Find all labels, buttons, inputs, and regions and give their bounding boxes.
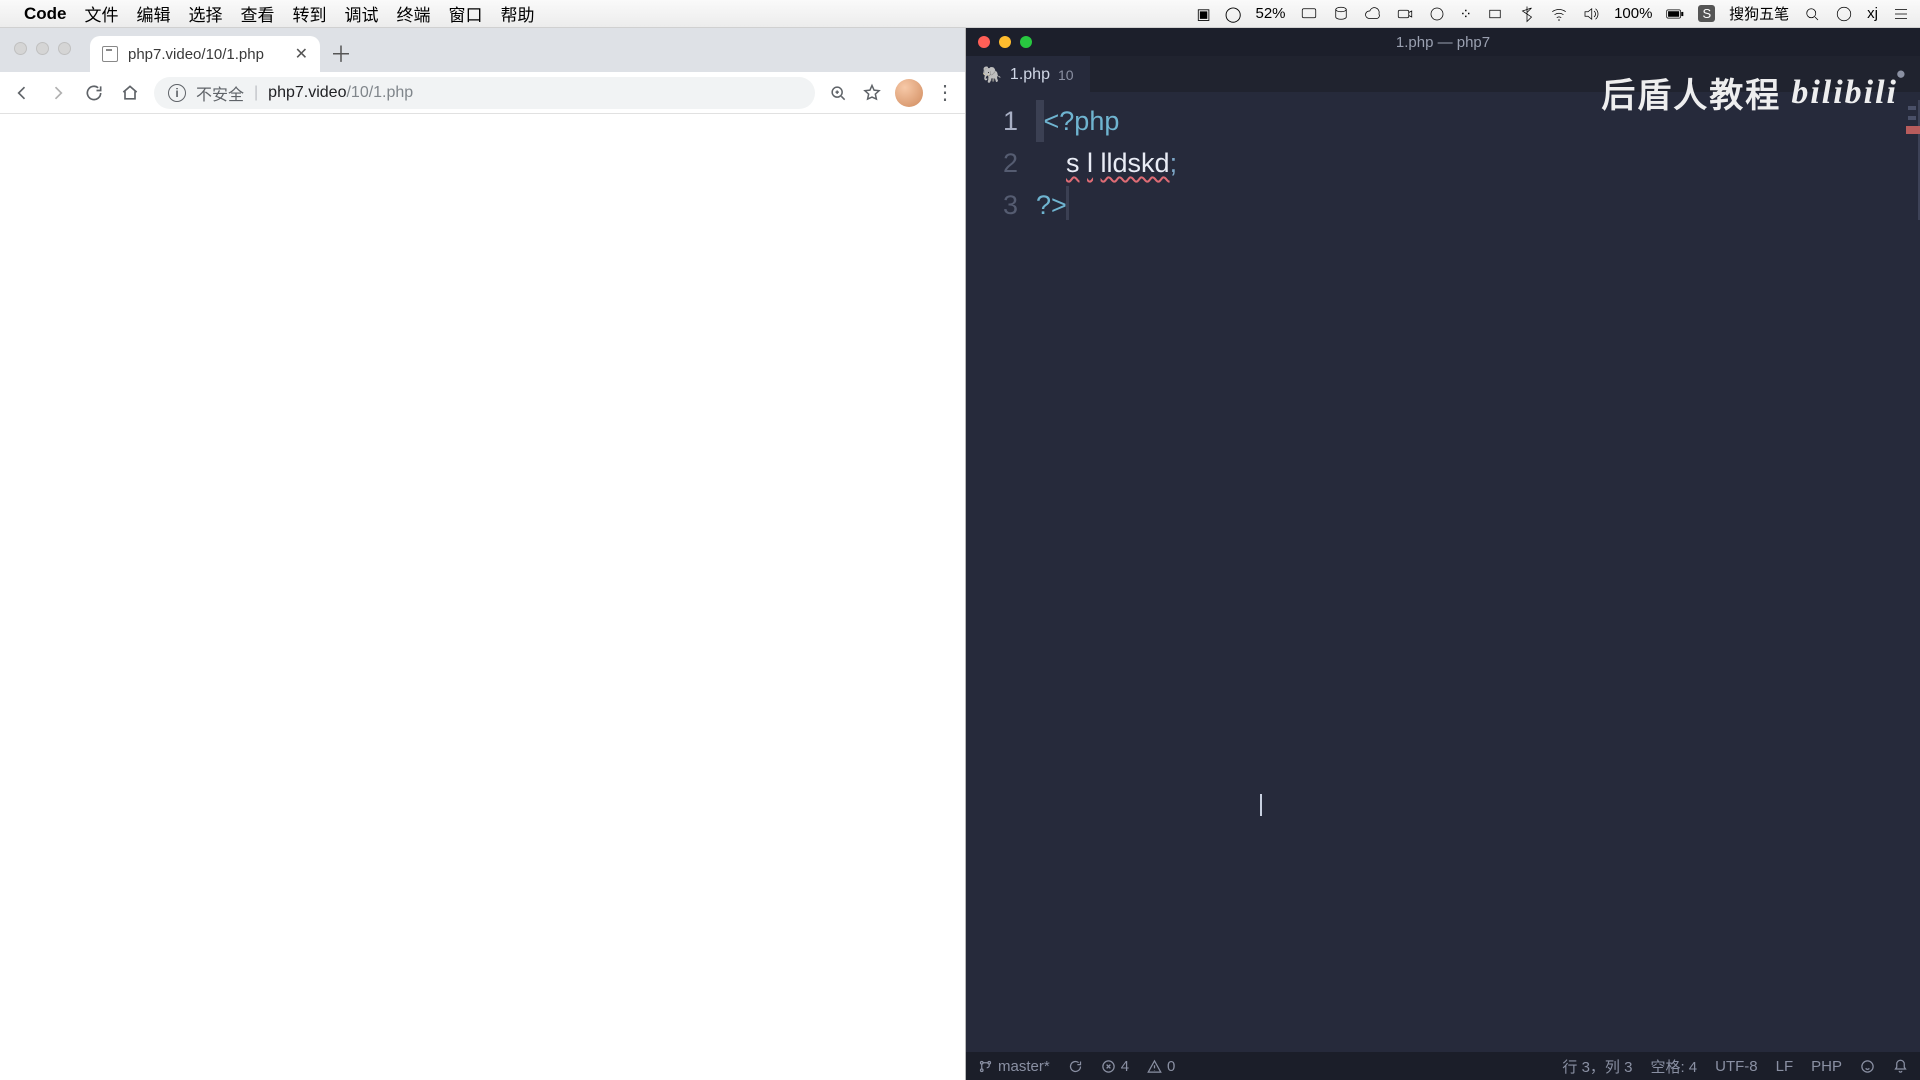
indentation[interactable]: 空格: 4 [1650,1056,1697,1077]
tab-favicon-icon [102,46,118,62]
menubar-app-name[interactable]: Code [24,4,67,24]
eol[interactable]: LF [1776,1058,1794,1075]
traffic-max-icon[interactable] [58,42,71,55]
new-tab-button[interactable]: ＋ [326,38,356,68]
macos-menubar: Code 文件 编辑 选择 查看 转到 调试 终端 窗口 帮助 ▣ ◯ 52% … [0,0,1920,28]
notification-center-icon[interactable] [1892,5,1910,23]
editor-caret-icon [1260,794,1262,816]
encoding[interactable]: UTF-8 [1715,1058,1758,1075]
problems-warnings[interactable]: 0 [1147,1058,1175,1075]
sync-button[interactable] [1068,1059,1083,1074]
problems-errors[interactable]: 4 [1101,1058,1129,1075]
url-text: php7.video/10/1.php [268,84,413,102]
line-number: 3 [966,184,1018,226]
menu-window[interactable]: 窗口 [449,1,483,26]
vscode-window-title: 1.php — php7 [1396,34,1490,51]
zoom-icon[interactable] [827,82,849,104]
chrome-window: php7.video/10/1.php ✕ ＋ i 不安全 | [0,28,966,1080]
volume-icon[interactable] [1582,5,1600,23]
text-cursor [1066,186,1069,220]
spotlight-icon[interactable] [1803,5,1821,23]
bluetooth-icon[interactable] [1518,5,1536,23]
vscode-window: 1.php — php7 🐘 1.php 10 ● 后盾人教程 bilibili… [966,28,1920,1080]
notifications-icon[interactable] [1893,1059,1908,1074]
reload-button[interactable] [82,81,106,105]
line-number-gutter: 1 2 3 [966,100,1036,1052]
language-mode[interactable]: PHP [1811,1058,1842,1075]
editor-tab-error-count: 10 [1058,67,1074,83]
menu-help[interactable]: 帮助 [501,1,535,26]
forward-button[interactable] [46,81,70,105]
chrome-tabstrip: php7.video/10/1.php ✕ ＋ [0,28,965,72]
menu-edit[interactable]: 编辑 [137,1,171,26]
code-editor[interactable]: 1 2 3 <?php s l lldskd; ?> [966,92,1920,1052]
php-file-icon: 🐘 [982,65,1002,85]
profile-avatar[interactable] [895,79,923,107]
bookmark-star-icon[interactable] [861,82,883,104]
traffic-close-icon[interactable] [14,42,27,55]
code-line-2: s l lldskd; [1036,142,1920,184]
wifi-icon[interactable] [1550,5,1568,23]
code-area[interactable]: <?php s l lldskd; ?> [1036,100,1920,1052]
menu-select[interactable]: 选择 [189,1,223,26]
status-icon-display[interactable] [1300,5,1318,23]
cursor-position[interactable]: 行 3，列 3 [1562,1056,1632,1077]
status-icon-generic1[interactable]: ▣ [1197,5,1211,23]
tab-close-icon[interactable]: ✕ [295,44,308,64]
menu-view[interactable]: 查看 [241,1,275,26]
status-icon-cloud[interactable] [1364,5,1382,23]
chrome-tab-active[interactable]: php7.video/10/1.php ✕ [90,36,320,72]
ime-icon[interactable]: S [1698,5,1715,22]
status-icon-database[interactable] [1332,5,1350,23]
feedback-icon[interactable] [1860,1059,1875,1074]
minimap[interactable] [1906,100,1920,220]
traffic-close-icon[interactable] [978,36,990,48]
editor-tab-active[interactable]: 🐘 1.php 10 [966,56,1090,92]
siri-icon[interactable] [1835,5,1853,23]
battery-icon[interactable] [1666,5,1684,23]
code-line-3: ?> [1036,184,1920,226]
tab-title: php7.video/10/1.php [128,46,264,63]
traffic-min-icon[interactable] [36,42,49,55]
not-secure-label: 不安全 [196,81,244,105]
battery-100-label: 100% [1614,5,1652,22]
back-button[interactable] [10,81,34,105]
user-label[interactable]: xj [1867,5,1878,22]
code-line-1: <?php [1036,100,1920,142]
editor-tab-filename: 1.php [1010,66,1050,84]
chrome-menu-button[interactable]: ⋮ [935,83,955,103]
vscode-traffic-lights [978,36,1032,48]
desktop: php7.video/10/1.php ✕ ＋ i 不安全 | [0,28,1920,1080]
status-icon-camera[interactable] [1396,5,1414,23]
menu-file[interactable]: 文件 [85,1,119,26]
vscode-status-bar: master* 4 0 行 3，列 3 空格: 4 UTF-8 LF PHP [966,1052,1920,1080]
menu-terminal[interactable]: 终端 [397,1,431,26]
menu-goto[interactable]: 转到 [293,1,327,26]
line-number: 2 [966,142,1018,184]
chrome-traffic-lights [14,42,71,55]
site-info-icon[interactable]: i [168,84,186,102]
traffic-max-icon[interactable] [1020,36,1032,48]
status-icon-dots[interactable]: ⁘ [1460,5,1473,23]
status-icon-generic2[interactable]: ◯ [1225,5,1242,23]
menu-debug[interactable]: 调试 [345,1,379,26]
line-number: 1 [966,100,1018,142]
git-branch[interactable]: master* [978,1058,1050,1075]
address-bar[interactable]: i 不安全 | php7.video/10/1.php [154,77,815,109]
ime-label[interactable]: 搜狗五笔 [1729,3,1789,24]
status-icon-rect[interactable] [1486,5,1504,23]
scrollbar-error-marker[interactable] [1906,126,1920,134]
battery-percent[interactable]: 52% [1255,5,1285,22]
chrome-toolbar: i 不安全 | php7.video/10/1.php ⋮ [0,72,965,114]
page-content-blank [0,114,965,1080]
status-icon-circle[interactable] [1428,5,1446,23]
traffic-min-icon[interactable] [999,36,1011,48]
vscode-titlebar: 1.php — php7 [966,28,1920,56]
home-button[interactable] [118,81,142,105]
